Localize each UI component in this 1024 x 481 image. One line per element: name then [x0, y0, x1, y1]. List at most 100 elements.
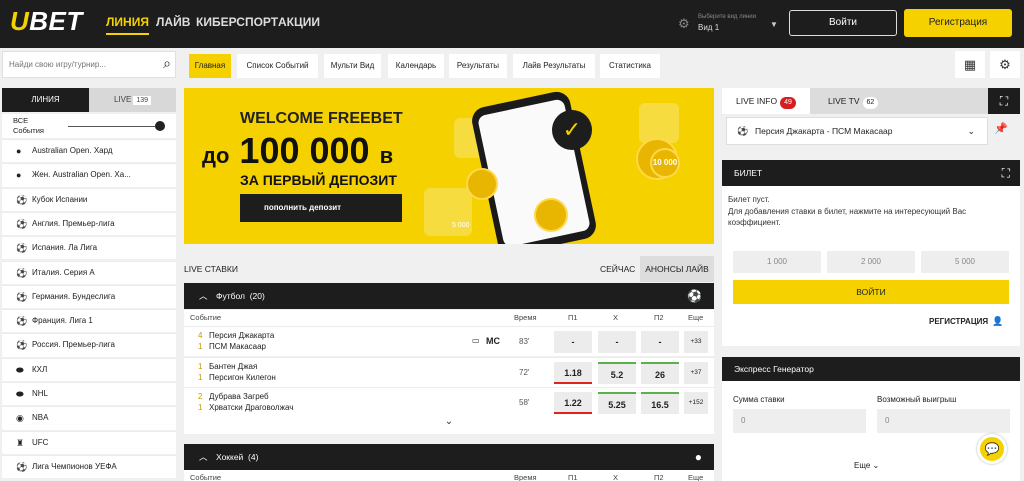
football-section-header[interactable]: ︿ Футбол (20) ⚽	[184, 283, 714, 309]
tv-icon: ▭	[472, 336, 480, 345]
search-input[interactable]	[3, 52, 143, 77]
quick-amount-button[interactable]: 5 000	[921, 251, 1009, 273]
tab-live-info[interactable]: LIVE INFO 49	[722, 88, 810, 114]
quick-amount-button[interactable]: 2 000	[827, 251, 915, 273]
expand-chevron-icon[interactable]: ⌄	[184, 416, 714, 434]
register-button[interactable]: Регистрация	[904, 9, 1012, 37]
tab-live-results[interactable]: Лайв Результаты	[513, 54, 595, 78]
sidebar-item[interactable]: ● Australian Open. Хард	[2, 139, 176, 163]
win-output: 0	[877, 409, 1010, 433]
tab-results[interactable]: Результаты	[449, 54, 507, 78]
login-button[interactable]: Войти	[789, 10, 897, 36]
nav-promotions[interactable]: АКЦИИ	[278, 15, 320, 29]
sidebar-item[interactable]: ◉ NBA	[2, 406, 176, 430]
sidebar-item[interactable]: ⚽ Испания. Ла Лига	[2, 236, 176, 260]
view-hint: Выберите вид линии	[698, 14, 756, 20]
check-icon: ✓	[552, 110, 592, 150]
sidebar-item[interactable]: ⚽ Лига Чемпионов УЕФА	[2, 454, 176, 479]
home-team: Дубрава Загреб	[209, 392, 269, 401]
bet-slip-login-button[interactable]: ВОЙТИ	[733, 280, 1009, 304]
sidebar-item-label: Франция. Лига 1	[32, 316, 93, 326]
bet-slip-register-link[interactable]: РЕГИСТРАЦИЯ 👤	[929, 316, 1003, 327]
sidebar-item-label: NHL	[32, 389, 49, 398]
tab-multi-view[interactable]: Мульти Вид	[324, 54, 381, 78]
tab-calendar[interactable]: Календарь	[388, 54, 444, 78]
deposit-button[interactable]: пополнить депозит	[240, 194, 402, 222]
home-team: Бантен Джая	[209, 361, 258, 371]
col-p1: П1	[568, 313, 578, 322]
tab-events-list[interactable]: Список Событий	[237, 54, 318, 78]
tab-main[interactable]: Главная	[189, 54, 231, 78]
sidebar-item[interactable]: ● Жен. Australian Open. Ха...	[2, 163, 176, 187]
filter-slider-knob[interactable]	[155, 121, 165, 131]
more-markets-button[interactable]: +37	[684, 361, 708, 384]
odd-x-button[interactable]: 5.25	[598, 392, 636, 414]
football-label: Футбол (20)	[216, 291, 265, 301]
soccer-icon: ⚽	[16, 194, 28, 205]
more-markets-button[interactable]: +33	[684, 331, 708, 353]
sidebar-item[interactable]: ⚽ Англия. Премьер-лига	[2, 211, 176, 236]
express-generator-header: Экспресс Генератор	[722, 357, 1020, 381]
event-row[interactable]: 4 Персия Джакарта 1 ПСМ Макасаар ▭ MC 83' - - - +3…	[184, 326, 714, 356]
live-tv-badge: 62	[862, 97, 879, 109]
stake-input[interactable]: 0	[733, 409, 866, 433]
chevron-down-icon: ▼	[770, 20, 778, 29]
nav-line[interactable]: ЛИНИЯ	[106, 15, 149, 35]
filter-slider-track[interactable]	[68, 126, 160, 127]
chevron-up-icon: ︿	[199, 291, 208, 301]
sidebar-item[interactable]: ⬬ КХЛ	[2, 357, 176, 381]
sidebar-item[interactable]: ⬬ NHL	[2, 382, 176, 406]
live-media-tabs: LIVE INFO 49 LIVE TV 62 ⛶	[722, 88, 1020, 114]
sidebar-tab-line[interactable]: ЛИНИЯ	[2, 88, 89, 112]
express-more-button[interactable]: Еще ⌄	[854, 461, 879, 470]
more-markets-button[interactable]: +152	[684, 392, 708, 414]
gear-icon: ⚙	[678, 16, 690, 31]
odd-p2-button[interactable]: 26	[641, 361, 679, 384]
odd-x-button[interactable]: 5.2	[598, 361, 636, 384]
home-score: 2	[198, 392, 203, 401]
chat-support-icon[interactable]: 💬	[977, 434, 1007, 464]
settings-icon[interactable]: ⚙	[990, 51, 1020, 78]
quick-amount-button[interactable]: 1 000	[733, 251, 821, 273]
win-label: Возможный выигрыш	[877, 395, 957, 404]
events-column-header: Событие Время П1 X П2 Еще	[184, 470, 714, 481]
search-icon[interactable]: ⌕	[163, 55, 171, 72]
all-events-label: ВСЕ События	[13, 116, 44, 135]
sidebar-item[interactable]: ⚽ Германия. Бундеслига	[2, 284, 176, 309]
all-events-filter[interactable]: ВСЕ События	[2, 114, 176, 138]
pin-icon[interactable]: 📌	[994, 122, 1008, 135]
match-selector[interactable]: ⚽ Персия Джакарта - ПСМ Макасаар ⌄	[726, 117, 988, 145]
ubet-logo[interactable]: UBET	[10, 6, 83, 37]
event-row[interactable]: 2 Дубрава Загреб 1 Хрватски Драговолжач 58' 1…	[184, 387, 714, 417]
nav-live[interactable]: ЛАЙВ	[156, 15, 190, 29]
home-team: Персия Джакарта	[209, 331, 275, 340]
tab-statistics[interactable]: Статистика	[600, 54, 660, 78]
event-row[interactable]: 1 Бантен Джая 1 Персигон Килегон 72' 1.18 5.2 2…	[184, 356, 714, 387]
bet-slip-hint: Для добавления ставки в билет, нажмите н…	[728, 207, 967, 227]
view-selector[interactable]: ⚙ Выберите вид линии Вид 1 ▼	[678, 14, 778, 36]
fullscreen-icon[interactable]: ⛶	[1002, 160, 1010, 186]
nav-esports[interactable]: КИБЕРСПОРТ	[196, 15, 278, 29]
sidebar-item[interactable]: ♜ UFC	[2, 430, 176, 454]
hockey-section-header[interactable]: ︿ Хоккей (4) ●	[184, 444, 714, 470]
sidebar-item[interactable]: ⚽ Россия. Премьер-лига	[2, 333, 176, 357]
bet-slip-title: БИЛЕТ	[734, 168, 763, 178]
odd-p1-button[interactable]: 1.18	[554, 361, 592, 384]
sidebar-tab-live[interactable]: LIVE 139	[89, 88, 176, 112]
sidebar-item[interactable]: ⚽ Франция. Лига 1	[2, 309, 176, 333]
tab-live-announcements[interactable]: АНОНСЫ ЛАЙВ	[640, 256, 714, 282]
calculator-icon[interactable]: ▦	[955, 51, 985, 78]
tennis-icon: ●	[16, 146, 22, 156]
tab-now[interactable]: СЕЙЧАС	[600, 264, 635, 274]
odd-p1-button[interactable]: -	[554, 331, 592, 353]
odd-p2-button[interactable]: 16.5	[641, 392, 679, 414]
odd-p1-button[interactable]: 1.22	[554, 392, 592, 414]
sidebar-item[interactable]: ⚽ Кубок Испании	[2, 187, 176, 211]
odd-x-button[interactable]: -	[598, 331, 636, 353]
fullscreen-icon[interactable]: ⛶	[988, 88, 1020, 114]
tab-live-tv[interactable]: LIVE TV 62	[810, 88, 988, 114]
sidebar-item[interactable]: ⚽ Италия. Серия А	[2, 260, 176, 284]
promo-banner[interactable]: 10 000 5 000 ✓ WELCOME FREEBET до 100 00…	[184, 88, 714, 244]
odd-p2-button[interactable]: -	[641, 331, 679, 353]
soccer-icon: ⚽	[16, 267, 28, 278]
